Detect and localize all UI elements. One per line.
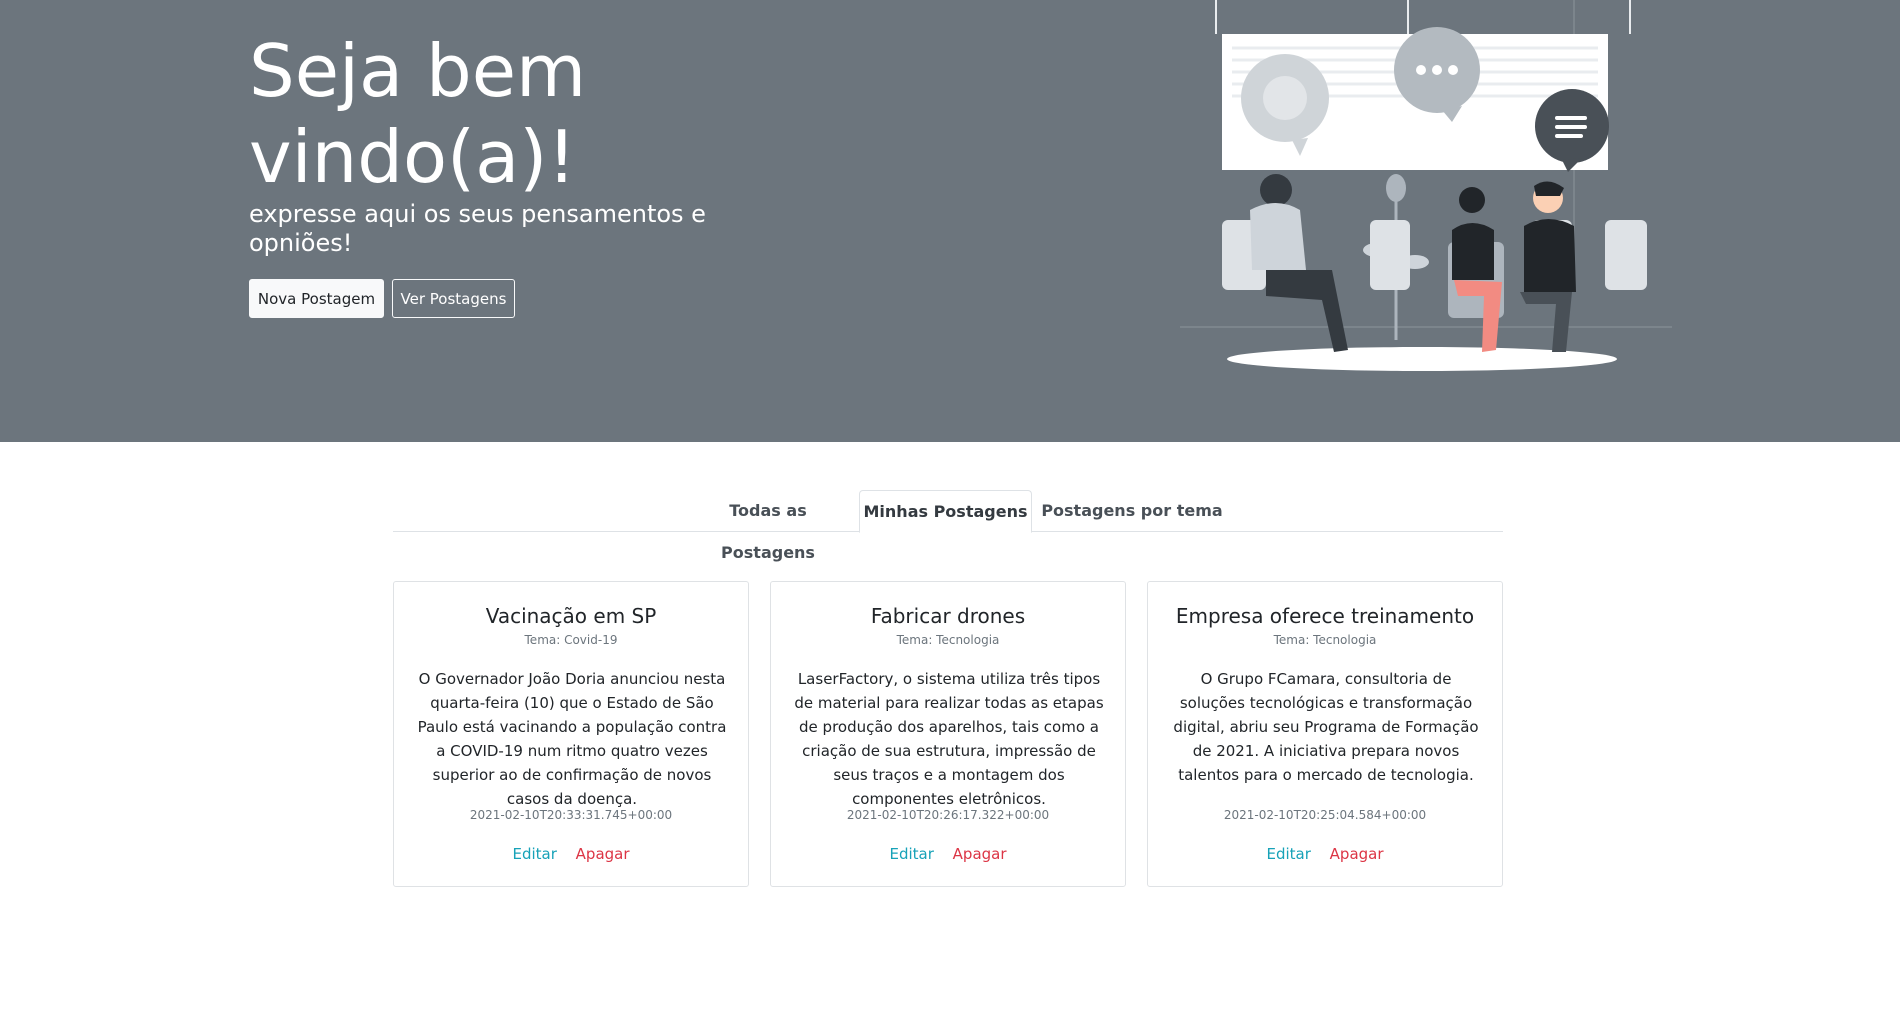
post-theme: Tema: Covid-19 xyxy=(524,633,618,647)
post-text: LaserFactory, o sistema utiliza três tip… xyxy=(794,670,1104,808)
delete-link[interactable]: Apagar xyxy=(1330,845,1384,863)
post-text: O Grupo FCamara, consultoria de soluções… xyxy=(1173,670,1479,784)
post-actions: Editar Apagar xyxy=(1148,844,1502,864)
post-card: Fabricar drones Tema: Tecnologia LaserFa… xyxy=(770,581,1126,887)
edit-link[interactable]: Editar xyxy=(1266,845,1310,863)
post-card: Vacinação em SP Tema: Covid-19 O Governa… xyxy=(393,581,749,887)
edit-link[interactable]: Editar xyxy=(889,845,933,863)
post-date: 2021-02-10T20:26:17.322+00:00 xyxy=(846,808,1050,822)
post-date: 2021-02-10T20:25:04.584+00:00 xyxy=(1223,808,1427,822)
delete-link[interactable]: Apagar xyxy=(953,845,1007,863)
tab-posts-by-theme[interactable]: Postagens por tema xyxy=(1038,490,1226,532)
post-theme: Tema: Tecnologia xyxy=(896,633,1000,647)
new-post-button[interactable]: Nova Postagem xyxy=(249,279,384,318)
tab-my-posts[interactable]: Minhas Postagens xyxy=(859,490,1032,533)
post-actions: Editar Apagar xyxy=(394,844,748,864)
post-actions: Editar Apagar xyxy=(771,844,1125,864)
post-title: Vacinação em SP xyxy=(485,604,657,628)
hero-banner: Seja bem vindo(a)! expresse aqui os seus… xyxy=(0,0,1900,442)
post-text: O Governador João Doria anunciou nesta q… xyxy=(417,670,727,808)
tab-all-posts[interactable]: Todas as Postagens xyxy=(683,490,853,562)
edit-link[interactable]: Editar xyxy=(512,845,556,863)
people-meeting-illustration xyxy=(1180,0,1672,371)
delete-link[interactable]: Apagar xyxy=(576,845,630,863)
post-title: Empresa oferece treinamento xyxy=(1175,604,1475,628)
hero-subtitle: expresse aqui os seus pensamentos e opni… xyxy=(249,200,706,257)
post-card: Empresa oferece treinamento Tema: Tecnol… xyxy=(1147,581,1503,887)
post-date: 2021-02-10T20:33:31.745+00:00 xyxy=(469,808,673,822)
post-title: Fabricar drones xyxy=(870,604,1026,628)
view-posts-button[interactable]: Ver Postagens xyxy=(392,279,515,318)
hero-title: Seja bem vindo(a)! xyxy=(249,29,587,199)
post-tabs: Todas as Postagens Minhas Postagens Post… xyxy=(393,490,1503,562)
post-theme: Tema: Tecnologia xyxy=(1273,633,1377,647)
